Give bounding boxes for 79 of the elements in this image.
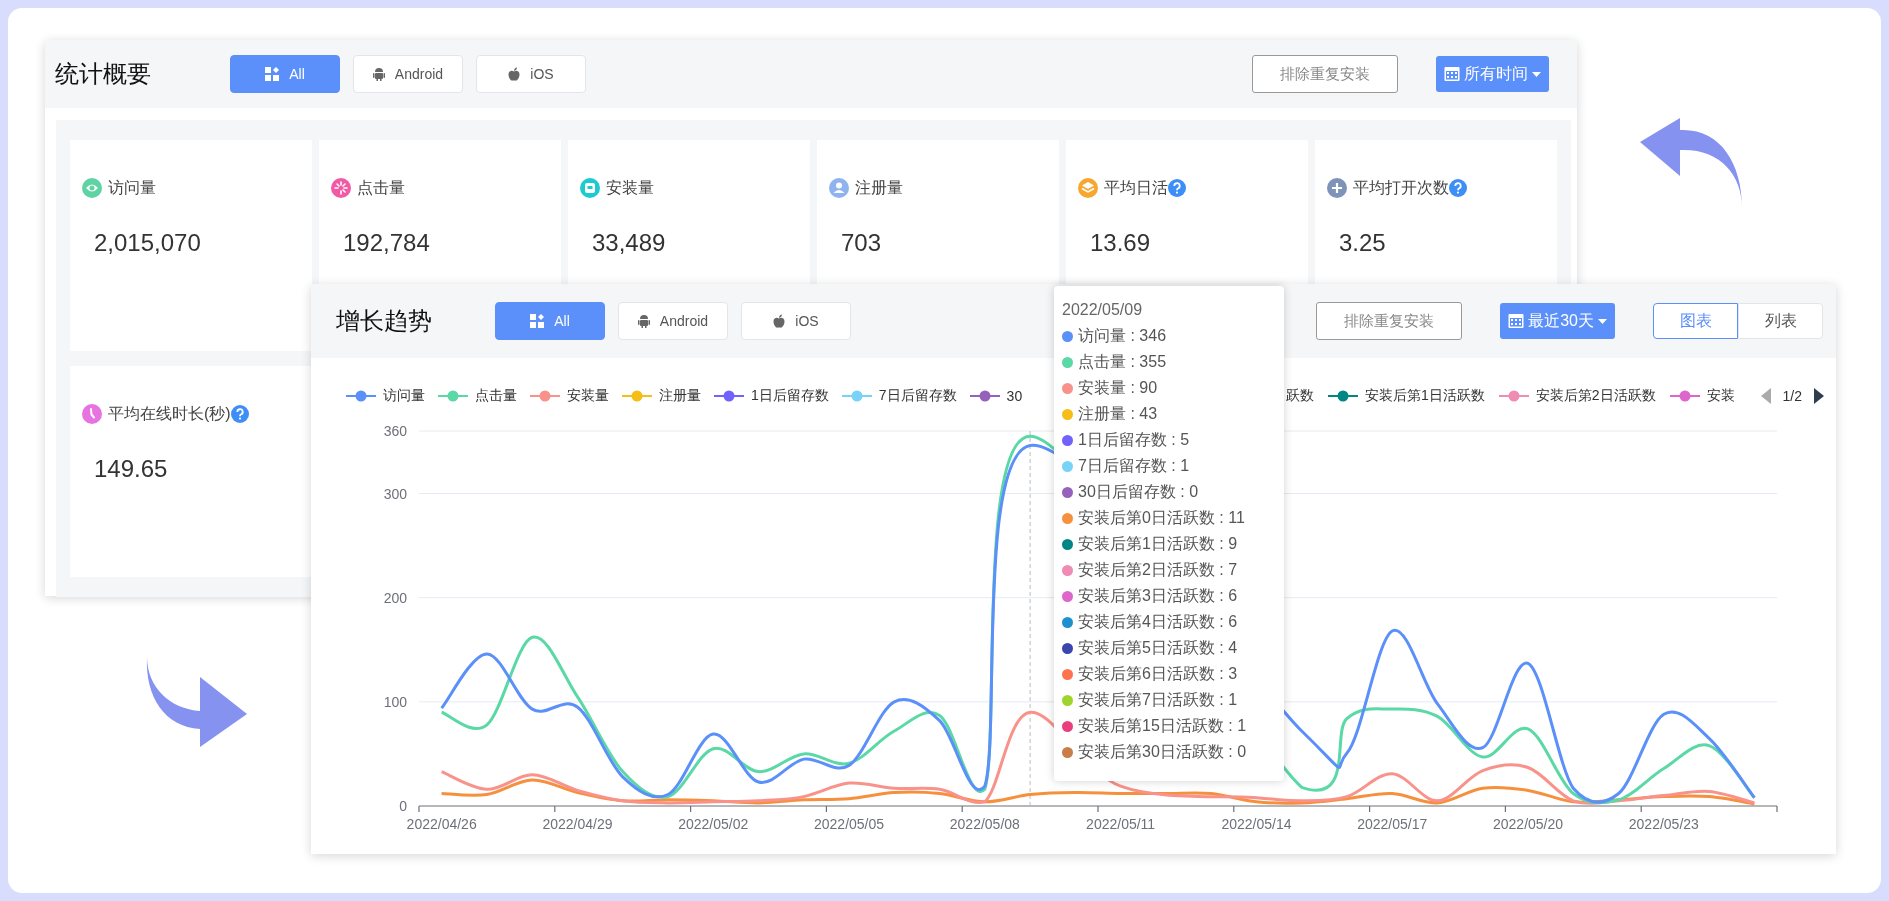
caret-icon	[1598, 318, 1607, 324]
tooltip-value: 点击量 : 355	[1078, 351, 1167, 372]
x-axis-label: 2022/05/14	[1221, 816, 1292, 832]
stat-label: 点击量	[357, 177, 405, 198]
tooltip-value: 安装后第7日活跃数 : 1	[1078, 689, 1238, 710]
stat-value: 192,784	[343, 229, 431, 257]
x-axis-label: 2022/05/05	[814, 816, 885, 832]
x-axis-label: 2022/05/23	[1628, 816, 1699, 832]
tooltip-value: 访问量 : 346	[1078, 325, 1167, 346]
y-axis-label: 300	[383, 485, 407, 502]
tooltip-value: 安装后第5日活跃数 : 4	[1078, 637, 1238, 658]
robot-icon	[637, 314, 650, 328]
legend-item[interactable]: 30	[969, 387, 1023, 405]
stat-value: 2,015,070	[94, 229, 202, 257]
grid-icon	[530, 314, 545, 328]
caret-icon	[1532, 71, 1541, 77]
tooltip-value: 安装后第0日活跃数 : 11	[1078, 507, 1245, 528]
calendar-icon	[1508, 313, 1525, 329]
stat-value: 703	[841, 229, 883, 257]
dedupe-button[interactable]: 排除重复安装	[1252, 55, 1398, 93]
tooltip-value: 30日后留存数 : 0	[1078, 481, 1199, 502]
apple-icon	[773, 314, 786, 328]
grid-icon	[265, 67, 280, 81]
tooltip-value: 7日后留存数 : 1	[1078, 455, 1190, 476]
x-axis-label: 2022/05/02	[678, 816, 749, 832]
legend-item[interactable]: 7日后留存数	[841, 387, 957, 405]
legend-item[interactable]: 安装后第2日活跃数	[1498, 387, 1656, 405]
x-axis-label: 2022/04/26	[406, 816, 477, 832]
legend-item[interactable]: 访问量	[346, 387, 425, 405]
stat-label: 注册量	[855, 177, 903, 198]
stat-value: 13.69	[1090, 229, 1152, 257]
platform-tab[interactable]: iOS	[476, 55, 586, 93]
y-axis-label: 200	[383, 589, 407, 606]
x-axis-label: 2022/05/17	[1357, 816, 1428, 832]
tooltip-value: 安装量 : 90	[1078, 377, 1158, 398]
stat-value: 33,489	[592, 229, 667, 257]
stat-label: 平均打开次数	[1353, 177, 1449, 198]
platform-tab[interactable]: iOS	[741, 302, 851, 340]
page-indicator: 1/2	[1782, 388, 1802, 404]
stat-value: 149.65	[94, 455, 169, 483]
tooltip-value: 安装后第6日活跃数 : 3	[1078, 663, 1238, 684]
panel-title: 增长趋势	[336, 306, 433, 337]
apple-icon	[508, 67, 521, 81]
tooltip-value: 安装后第15日活跃数 : 1	[1078, 715, 1247, 736]
platform-tab[interactable]: Android	[353, 55, 463, 93]
panel-title: 统计概要	[55, 59, 152, 90]
legend-item[interactable]: 1日后留存数	[714, 387, 829, 405]
dedupe-button[interactable]: 排除重复安装	[1316, 302, 1463, 340]
stat-label: 访问量	[108, 177, 156, 198]
legend-item[interactable]: 安装	[1669, 387, 1735, 405]
tooltip-value: 安装后第1日活跃数 : 9	[1078, 533, 1238, 554]
stat-value: 3.25	[1339, 229, 1387, 257]
stat-label: 平均日活	[1104, 177, 1168, 198]
legend-item[interactable]: 注册量	[622, 387, 701, 405]
legend-item[interactable]: 点击量	[438, 387, 517, 405]
legend-item[interactable]: 安装后第1日活跃数	[1328, 387, 1485, 405]
next-page-icon[interactable]	[1814, 388, 1824, 404]
tooltip-value: 注册量 : 43	[1078, 403, 1158, 424]
y-axis-label: 360	[383, 423, 407, 439]
x-axis-label: 2022/04/29	[542, 816, 613, 832]
tooltip-value: 安装后第30日活跃数 : 0	[1078, 741, 1247, 762]
tooltip-value: 安装后第4日活跃数 : 6	[1078, 611, 1238, 632]
tooltip-value: 安装后第2日活跃数 : 7	[1078, 559, 1238, 580]
calendar-icon	[1444, 66, 1460, 82]
robot-icon	[372, 67, 385, 81]
platform-tab[interactable]: Android	[618, 302, 728, 340]
legend-item[interactable]: 安装量	[530, 387, 609, 405]
legend-item[interactable]: 跃数	[1286, 387, 1314, 405]
x-axis-label: 2022/05/08	[949, 816, 1020, 832]
x-axis-label: 2022/05/20	[1493, 816, 1564, 832]
stat-label: 安装量	[606, 177, 654, 198]
view-tab[interactable]: 列表	[1738, 303, 1823, 339]
y-axis-label: 0	[399, 798, 407, 814]
x-axis-label: 2022/05/11	[1086, 816, 1156, 832]
tooltip-value: 1日后留存数 : 5	[1078, 429, 1190, 450]
y-axis-label: 100	[383, 693, 407, 710]
tooltip-title: 2022/05/09	[1062, 300, 1144, 320]
stat-label: 平均在线时长(秒)	[108, 403, 231, 424]
tooltip-value: 安装后第3日活跃数 : 6	[1078, 585, 1238, 606]
